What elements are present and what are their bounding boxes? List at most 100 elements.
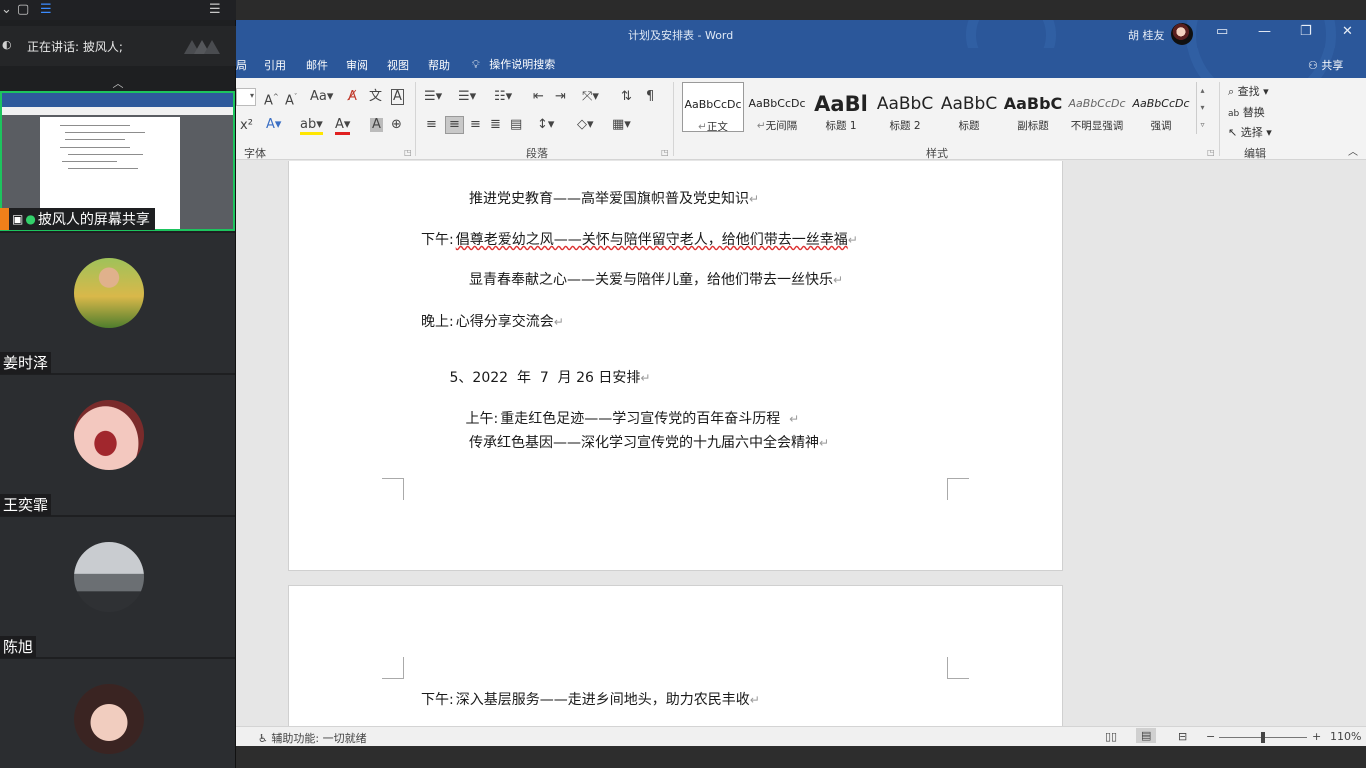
justify-icon[interactable]: ≣ [490,118,501,132]
meeting-toolbar: ⌄ ▢ ☰ ☰ [0,0,236,20]
char-border-icon[interactable]: A [391,89,404,105]
word-window: 计划及安排表 - Word 胡 桂友 ▭ — ❐ ✕ 局 引用 邮件 审阅 视图… [236,0,1366,768]
zoom-slider-thumb[interactable] [1261,732,1265,743]
zoom-level[interactable]: 110% [1330,730,1361,743]
multilevel-list-icon[interactable]: ☷▾ [494,90,512,104]
participant-name: 姜时泽 [0,352,52,374]
style-emphasis[interactable]: AaBbCcDc 强调 [1130,82,1192,132]
meeting-panel: ⌄ ▢ ☰ ☰ ◐ 正在讲话: 披风人; ︿ ▣ ● 披风人的屏幕共享 姜时泽 … [0,0,236,768]
shading-icon[interactable]: ◇▾ [577,118,594,132]
styles-scroll[interactable]: ▴ ▾ ▿ [1196,82,1208,134]
page[interactable]: 上午: 切实红色文物——寻访当地的红色文物 推进党史教育——高举爱国旗帜普及党史… [288,161,1063,571]
tab-layout[interactable]: 局 [236,57,247,73]
numbering-icon[interactable]: ☰▾ [458,90,476,104]
zoom-out-icon[interactable]: − [1206,730,1215,743]
document-title: 计划及安排表 - Word [628,29,734,42]
align-left-icon[interactable]: ≡ [426,118,437,132]
share-label: 披风人的屏幕共享 [37,212,150,228]
editing-group-label: 编辑 [1244,147,1266,160]
replace-button[interactable]: ab 替换 [1228,104,1265,120]
doc-line: 晚上: 心得分享交流会↵ [421,314,564,330]
share-button[interactable]: ⚇ 共享 [1308,57,1343,73]
clear-format-icon[interactable]: A̸ [348,90,357,104]
avatar [74,258,144,328]
page[interactable]: 下午: 深入基层服务——走进乡间地头，助力农民丰收↵ [288,585,1063,726]
minimize-icon[interactable]: — [1258,24,1271,39]
participant-tile[interactable]: 姜时泽 [0,233,235,374]
tab-view[interactable]: 视图 [387,57,409,73]
change-case-icon[interactable]: Aa▾ [310,90,333,104]
align-center-icon[interactable]: ≡ [445,116,464,134]
font-size-dropdown[interactable]: ▾ [236,88,256,106]
increase-indent-icon[interactable]: ⇥ [555,90,566,104]
read-mode-icon[interactable]: ▯▯ [1105,730,1117,743]
taskbar-strip [236,746,1366,768]
text-effects-icon[interactable]: A▾ [266,118,281,132]
phonetic-guide-icon[interactable]: 文 [369,90,382,104]
style-normal[interactable]: AaBbCcDc ↵正文 [682,82,744,132]
enclose-char-icon[interactable]: ⊕ [391,118,402,132]
ribbon-display-icon[interactable]: ▭ [1216,24,1228,39]
find-button[interactable]: ⌕ 查找 ▾ [1228,83,1269,99]
shrink-font-icon[interactable]: Aˇ [285,90,297,108]
participant-tile[interactable]: 王奕霏 [0,375,235,516]
style-no-spacing[interactable]: AaBbCcDc ↵无间隔 [746,82,808,132]
style-title[interactable]: AaBbC 标题 [938,82,1000,132]
menu-icon[interactable]: ☰ [209,3,221,17]
style-heading2[interactable]: AaBbC 标题 2 [874,82,936,132]
align-right-icon[interactable]: ≡ [470,118,481,132]
participant-tile[interactable] [0,659,235,768]
highlight-icon[interactable]: ab▾ [300,118,323,135]
borders-icon[interactable]: ▦▾ [612,118,631,132]
styles-dialog-launcher-icon[interactable]: ◳ [1207,148,1215,157]
print-layout-icon[interactable]: ▤ [1136,728,1157,743]
doc-line: 传承红色基因——深化学习宣传党的十九届六中全会精神↵ [469,435,830,451]
person-icon: ⚇ [1308,59,1318,72]
zoom-slider[interactable] [1219,732,1307,743]
avatar [74,542,144,612]
collapse-arrow-icon[interactable]: ︿ [0,77,236,91]
bullets-icon[interactable]: ☰▾ [424,90,442,104]
tab-help[interactable]: 帮助 [428,57,450,73]
char-shading-icon[interactable]: A [370,118,383,132]
font-dialog-launcher-icon[interactable]: ◳ [404,148,412,157]
window-icon[interactable]: ▢ [17,3,29,17]
tell-me-search[interactable]: 💡︎ 操作说明搜索 [472,56,555,72]
doc-line: 下午: 倡尊老爱幼之风——关怀与陪伴留守老人，给他们带去一丝幸福↵ [421,232,858,248]
close-icon[interactable]: ✕ [1342,24,1353,39]
style-subtle-emphasis[interactable]: AaBbCcDc 不明显强调 [1066,82,1128,132]
superscript-icon[interactable]: x² [240,119,253,133]
styles-group-label: 样式 [926,147,948,160]
font-color-icon[interactable]: A▾ [335,118,351,135]
share-label-bar: ▣ ● 披风人的屏幕共享 [0,208,155,230]
phone-icon[interactable]: ⌄ [1,3,12,17]
distributed-icon[interactable]: ▤ [510,118,522,132]
web-layout-icon[interactable]: ⊟ [1178,730,1187,743]
participant-tile[interactable]: 陈旭 [0,517,235,658]
chinese-layout-icon[interactable]: ⤧▾ [582,90,599,104]
accessibility-status[interactable]: ♿︎ 辅助功能: 一切就绪 [258,730,367,746]
show-marks-icon[interactable]: ¶ [646,90,654,104]
collapse-ribbon-icon[interactable]: ︿ [1348,146,1358,160]
zoom-in-icon[interactable]: + [1312,730,1321,743]
style-subtitle[interactable]: AaBbC 副标题 [1002,82,1064,132]
restore-icon[interactable]: ❐ [1300,24,1312,39]
user-avatar[interactable] [1171,23,1193,45]
cursor-icon: ↖ [1228,126,1238,139]
decrease-indent-icon[interactable]: ⇤ [533,90,544,104]
margin-corner [947,478,969,500]
paragraph-dialog-launcher-icon[interactable]: ◳ [661,148,669,157]
line-spacing-icon[interactable]: ↕▾ [537,118,554,132]
list-icon[interactable]: ☰ [40,3,52,17]
select-button[interactable]: ↖ 选择 ▾ [1228,124,1272,140]
sort-icon[interactable]: ⇅ [621,90,632,104]
paragraph-group-label: 段落 [526,147,548,160]
style-heading1[interactable]: AaBl 标题 1 [810,82,872,132]
font-group-label: 字体 [244,147,266,160]
user-name[interactable]: 胡 桂友 [1128,27,1165,43]
tab-references[interactable]: 引用 [264,57,286,73]
tab-review[interactable]: 审阅 [346,57,368,73]
grow-font-icon[interactable]: A^ [264,90,279,108]
document-canvas[interactable]: 上午: 切实红色文物——寻访当地的红色文物 推进党史教育——高举爱国旗帜普及党史… [236,161,1366,726]
tab-mailings[interactable]: 邮件 [306,57,328,73]
